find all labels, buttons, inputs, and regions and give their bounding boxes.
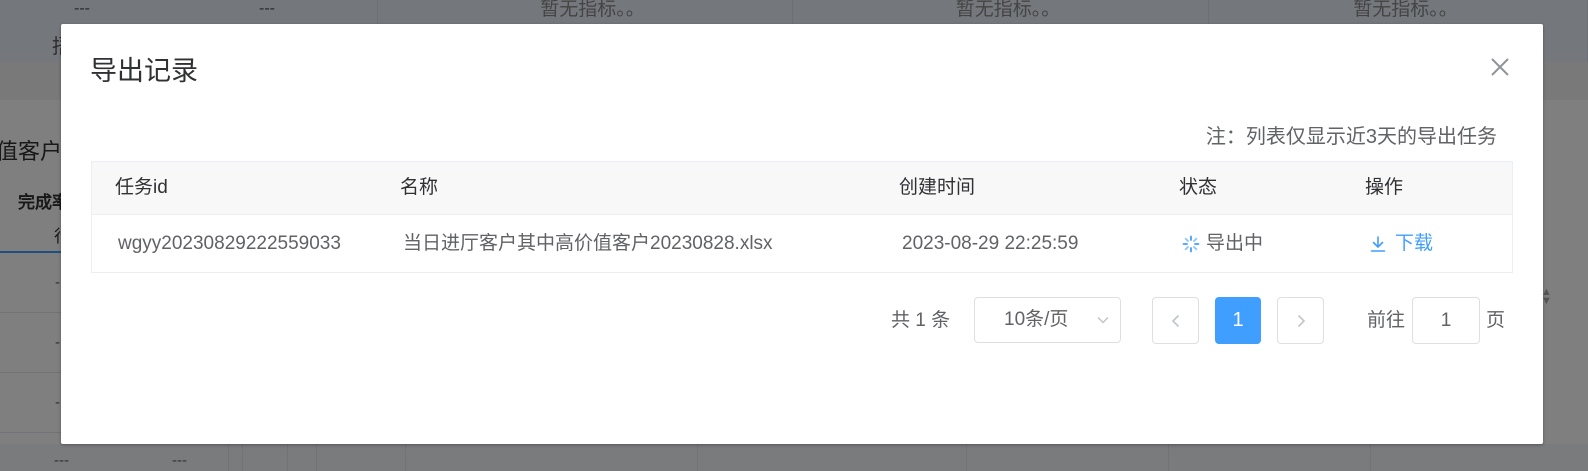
download-link[interactable]: 下载 [1369, 215, 1433, 272]
prev-page-button[interactable] [1152, 297, 1199, 344]
goto-page-input[interactable] [1412, 297, 1480, 344]
loading-icon [1182, 235, 1200, 252]
close-button[interactable] [1488, 55, 1512, 79]
pagination-total: 共 1 条 [891, 310, 951, 331]
export-table: 任务id 名称 创建时间 状态 操作 wgyy20230829222559033… [91, 161, 1513, 273]
page-number-current[interactable]: 1 [1215, 297, 1261, 344]
column-header-name: 名称 [400, 177, 439, 198]
column-header-status: 状态 [1179, 177, 1218, 198]
goto-label: 前往 [1367, 310, 1406, 331]
page-size-select[interactable]: 10条/页 [974, 297, 1121, 343]
export-records-dialog: 导出记录 注：列表仅显示近3天的导出任务 任务id 名称 创建时间 状态 操作 … [61, 24, 1543, 444]
file-name-cell: 当日进厅客户其中高价值客户20230828.xlsx [403, 233, 773, 254]
status-cell: 导出中 [1182, 215, 1263, 272]
dialog-title: 导出记录 [90, 56, 198, 86]
chevron-down-icon [1097, 316, 1109, 324]
pagination: 共 1 条 10条/页 1 前往 页 [61, 297, 1543, 345]
created-time-cell: 2023-08-29 22:25:59 [902, 233, 1079, 254]
table-row: wgyy20230829222559033 当日进厅客户其中高价值客户20230… [92, 215, 1512, 272]
goto-suffix: 页 [1486, 310, 1506, 331]
task-id-cell: wgyy20230829222559033 [118, 233, 341, 254]
column-header-action: 操作 [1365, 177, 1404, 198]
close-icon [1491, 58, 1509, 76]
next-page-button[interactable] [1277, 297, 1324, 344]
chevron-right-icon [1297, 314, 1306, 328]
column-header-task-id: 任务id [115, 177, 168, 198]
status-label: 导出中 [1206, 233, 1264, 254]
download-icon [1370, 235, 1386, 252]
page-size-value: 10条/页 [1004, 309, 1069, 330]
retention-note: 注：列表仅显示近3天的导出任务 [1205, 126, 1497, 148]
download-label: 下载 [1395, 233, 1434, 254]
column-header-created-time: 创建时间 [899, 177, 976, 198]
chevron-left-icon [1171, 314, 1180, 328]
table-header: 任务id 名称 创建时间 状态 操作 [92, 162, 1512, 215]
